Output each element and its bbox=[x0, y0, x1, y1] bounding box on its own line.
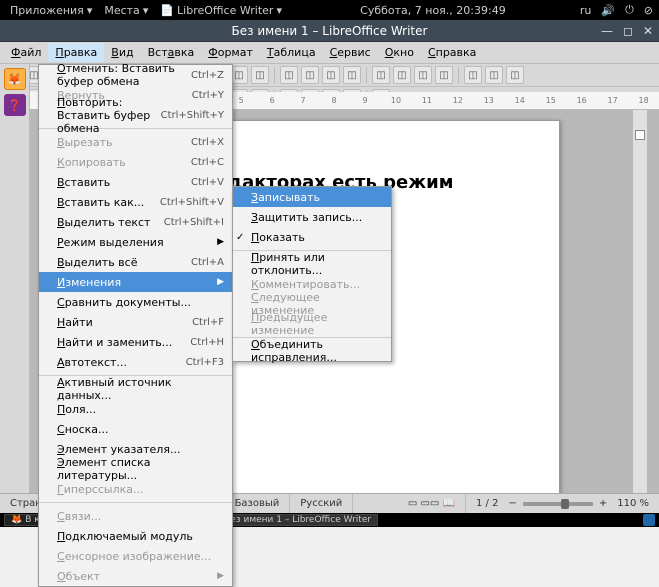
link-icon[interactable]: ◫ bbox=[322, 66, 340, 84]
menubar-item-формат[interactable]: Формат bbox=[201, 43, 260, 62]
menubar-item-вставка[interactable]: Вставка bbox=[141, 43, 202, 62]
menubar-item-справка[interactable]: Справка bbox=[421, 43, 483, 62]
status-page-of[interactable]: 1 / 2 bbox=[466, 494, 508, 513]
fmt-icon[interactable]: ◫ bbox=[251, 66, 269, 84]
menu-item[interactable]: Подключаемый модуль bbox=[39, 526, 232, 546]
menu-item[interactable]: Поля... bbox=[39, 399, 232, 419]
menu-item: Связи... bbox=[39, 506, 232, 526]
side-panel: 🦊 ❓ bbox=[0, 64, 30, 493]
keyboard-layout-indicator[interactable]: ru bbox=[580, 4, 592, 17]
menubar-item-файл[interactable]: Файл bbox=[4, 43, 48, 62]
menu-item: КопироватьCtrl+C bbox=[39, 152, 232, 172]
menu-item[interactable]: Выделить всёCtrl+A bbox=[39, 252, 232, 272]
close-button[interactable]: ✕ bbox=[643, 24, 653, 38]
applications-menu[interactable]: Приложения ▾ bbox=[6, 4, 96, 17]
menu-item[interactable]: НайтиCtrl+F bbox=[39, 312, 232, 332]
menu-item[interactable]: Изменения▶ bbox=[39, 272, 232, 292]
edit-menu-dropdown[interactable]: Отменить: Вставить буфер обменаCtrl+ZВер… bbox=[38, 64, 233, 587]
maximize-button[interactable]: ◻ bbox=[623, 24, 633, 38]
menu-item[interactable]: Автотекст...Ctrl+F3 bbox=[39, 352, 232, 372]
menu-item[interactable]: Записывать bbox=[233, 187, 391, 207]
changes-submenu[interactable]: ЗаписыватьЗащитить запись...✓Показать При… bbox=[232, 186, 392, 362]
menu-item[interactable]: Найти и заменить...Ctrl+H bbox=[39, 332, 232, 352]
menubar-item-сервис[interactable]: Сервис bbox=[323, 43, 378, 62]
menubar[interactable]: ФайлПравкаВидВставкаФорматТаблицаСервисО… bbox=[0, 42, 659, 64]
menu-item: Сенсорное изображение... bbox=[39, 546, 232, 566]
volume-icon[interactable]: 🔊 bbox=[601, 4, 615, 17]
undo-icon[interactable]: ◫ bbox=[280, 66, 298, 84]
find-icon[interactable]: ◫ bbox=[414, 66, 432, 84]
window-titlebar: Без имени 1 – LibreOffice Writer — ◻ ✕ bbox=[0, 20, 659, 42]
places-menu[interactable]: Места ▾ bbox=[100, 4, 152, 17]
window-title: Без имени 1 – LibreOffice Writer bbox=[232, 24, 428, 38]
redo-icon[interactable]: ◫ bbox=[301, 66, 319, 84]
menu-item[interactable]: Защитить запись... bbox=[233, 207, 391, 227]
menu-item: Предыдущее изменение bbox=[233, 314, 391, 334]
menu-item: ВырезатьCtrl+X bbox=[39, 132, 232, 152]
firefox-icon[interactable]: 🦊 bbox=[4, 68, 26, 90]
table-icon[interactable]: ◫ bbox=[343, 66, 361, 84]
page-nav-icon[interactable] bbox=[635, 130, 645, 140]
running-app-indicator[interactable]: 📄 LibreOffice Writer ▾ bbox=[156, 4, 286, 17]
menubar-item-вид[interactable]: Вид bbox=[104, 43, 140, 62]
zoom-out-button[interactable]: − bbox=[508, 498, 516, 509]
menu-item[interactable]: Сравнить документы... bbox=[39, 292, 232, 312]
menu-item[interactable]: Принять или отклонить... bbox=[233, 254, 391, 274]
status-style[interactable]: Базовый bbox=[225, 494, 291, 513]
menu-item[interactable]: Активный источник данных... bbox=[39, 379, 232, 399]
help-icon[interactable]: ◫ bbox=[485, 66, 503, 84]
menu-item: Гиперссылка... bbox=[39, 479, 232, 499]
vertical-scrollbar[interactable] bbox=[633, 110, 647, 503]
network-icon[interactable]: ⏻ bbox=[625, 3, 634, 17]
image-icon[interactable]: ◫ bbox=[372, 66, 390, 84]
menu-item[interactable]: ВставитьCtrl+V bbox=[39, 172, 232, 192]
menu-item[interactable]: ✓Показать bbox=[233, 227, 391, 247]
show-desktop-icon[interactable] bbox=[643, 514, 655, 526]
nav-icon[interactable]: ◫ bbox=[435, 66, 453, 84]
menu-item[interactable]: Режим выделения▶ bbox=[39, 232, 232, 252]
menu-item[interactable]: Элемент списка литературы... bbox=[39, 459, 232, 479]
system-panel: Приложения ▾ Места ▾ 📄 LibreOffice Write… bbox=[0, 0, 659, 20]
menu-item: Объект▶ bbox=[39, 566, 232, 586]
menu-item[interactable]: Повторить: Вставить буфер обменаCtrl+Shi… bbox=[39, 105, 232, 125]
zoom-in-button[interactable]: + bbox=[599, 498, 607, 509]
menubar-item-окно[interactable]: Окно bbox=[378, 43, 421, 62]
zoom-slider[interactable] bbox=[523, 502, 593, 506]
help-icon[interactable]: ❓ bbox=[4, 94, 26, 116]
menu-item[interactable]: Вставить как...Ctrl+Shift+V bbox=[39, 192, 232, 212]
menubar-item-правка[interactable]: Правка bbox=[48, 43, 104, 62]
shutdown-icon[interactable]: ⊘ bbox=[644, 4, 653, 17]
menu-item[interactable]: Сноска... bbox=[39, 419, 232, 439]
menu-item[interactable]: Объединить исправления... bbox=[233, 341, 391, 361]
ext-icon[interactable]: ◫ bbox=[506, 66, 524, 84]
chart-icon[interactable]: ◫ bbox=[393, 66, 411, 84]
clock[interactable]: Суббота, 7 ноя., 20:39:49 bbox=[286, 4, 580, 17]
zoom-icon[interactable]: ◫ bbox=[464, 66, 482, 84]
menubar-item-таблица[interactable]: Таблица bbox=[260, 43, 323, 62]
menu-item[interactable]: Выделить текстCtrl+Shift+I bbox=[39, 212, 232, 232]
status-view-layout[interactable]: ▭ ▭▭ 📖 bbox=[398, 494, 466, 513]
minimize-button[interactable]: — bbox=[601, 24, 613, 38]
zoom-percent[interactable]: 110 % bbox=[607, 494, 659, 513]
menu-item[interactable]: Отменить: Вставить буфер обменаCtrl+Z bbox=[39, 65, 232, 85]
status-language[interactable]: Русский bbox=[290, 494, 353, 513]
